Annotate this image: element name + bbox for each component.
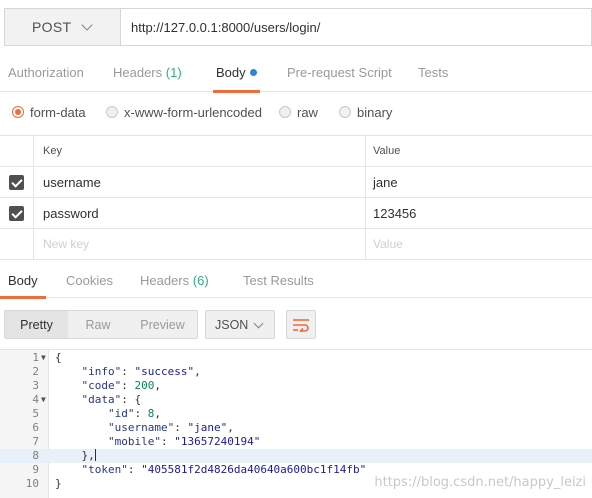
line-number: 1 — [32, 351, 39, 364]
code-text: "mobile": "13657240194" — [107, 435, 261, 448]
value-column-header: Value — [373, 145, 401, 157]
wrap-lines-button[interactable] — [286, 310, 316, 339]
checkbox-checked-icon[interactable] — [9, 205, 24, 221]
params-table: Key Value username jane password 123456 … — [0, 135, 592, 260]
method-select[interactable]: POST — [5, 9, 121, 45]
radio-urlencoded-label: x-www-form-urlencoded — [124, 104, 262, 120]
code-line: 3 "code": 200, — [0, 379, 592, 393]
tab-response-headers-count: (6) — [192, 273, 209, 288]
tab-response-headers[interactable]: Headers (6) — [140, 264, 209, 298]
code-line: 4 ▼ "data": { — [0, 393, 592, 407]
key-column-header: Key — [43, 145, 62, 157]
url-input[interactable]: http://127.0.0.1:8000/users/login/ — [121, 9, 591, 45]
line-number: 10 — [25, 477, 39, 490]
code-text: { — [55, 351, 62, 364]
line-number: 2 — [32, 365, 39, 378]
radio-binary-label: binary — [357, 104, 393, 120]
code-line: 6 "username": "jane", — [0, 421, 592, 435]
request-tabs: Authorization Headers (1) Body Pre-reque… — [0, 54, 592, 93]
tab-test-results[interactable]: Test Results — [243, 264, 314, 298]
column-divider — [365, 136, 366, 166]
radio-form-data[interactable]: form-data — [12, 96, 86, 128]
response-tabs: Body Cookies Headers (6) Test Results — [0, 264, 592, 299]
radio-raw[interactable]: raw — [279, 96, 318, 128]
request-bar: POST http://127.0.0.1:8000/users/login/ — [4, 8, 592, 46]
line-number: 5 — [32, 407, 39, 420]
chevron-down-icon — [81, 19, 93, 31]
radio-urlencoded[interactable]: x-www-form-urlencoded — [106, 96, 262, 128]
row-check-cell — [0, 198, 34, 228]
tab-headers[interactable]: Headers (1) — [113, 54, 182, 92]
header-check-cell — [0, 136, 34, 166]
chevron-down-icon — [253, 318, 264, 329]
new-param-row: New key Value — [0, 229, 592, 260]
code-text: "username": "jane", — [107, 421, 234, 434]
body-type-options: form-data x-www-form-urlencoded raw bina… — [0, 96, 592, 128]
line-number: 6 — [32, 421, 39, 434]
wrap-lines-icon — [293, 318, 309, 332]
param-value[interactable]: jane — [373, 167, 398, 197]
code-line: 7 "mobile": "13657240194" — [0, 435, 592, 449]
format-select[interactable]: JSON — [205, 310, 275, 339]
column-divider — [365, 198, 366, 228]
method-label: POST — [32, 19, 72, 35]
param-key[interactable]: password — [43, 198, 99, 228]
code-text: "id": 8, — [107, 407, 161, 420]
radio-unchecked-icon — [279, 106, 291, 118]
code-line: 8 }, — [0, 449, 592, 463]
text-cursor — [94, 449, 96, 461]
code-line: 5 "id": 8, — [0, 407, 592, 421]
watermark: https://blog.csdn.net/happy_leizi — [374, 475, 586, 490]
tab-headers-count: (1) — [165, 65, 182, 80]
tab-cookies[interactable]: Cookies — [66, 264, 113, 298]
radio-form-data-label: form-data — [30, 104, 86, 120]
radio-binary[interactable]: binary — [339, 96, 392, 128]
tab-response-body[interactable]: Body — [0, 264, 46, 299]
fold-arrow-icon[interactable]: ▼ — [41, 351, 46, 365]
new-value-input[interactable]: Value — [373, 229, 403, 259]
checkbox-checked-icon[interactable] — [9, 174, 24, 190]
line-number: 3 — [32, 379, 39, 392]
line-number: 7 — [32, 435, 39, 448]
radio-checked-icon — [12, 106, 24, 118]
tab-authorization[interactable]: Authorization — [8, 54, 84, 92]
tab-headers-label: Headers — [113, 65, 163, 80]
table-row: username jane — [0, 167, 592, 198]
radio-unchecked-icon — [339, 106, 351, 118]
new-key-input[interactable]: New key — [43, 229, 89, 259]
column-divider — [365, 167, 366, 197]
fold-arrow-icon[interactable]: ▼ — [41, 393, 46, 407]
modified-dot-icon — [249, 69, 257, 76]
tab-prerequest-script[interactable]: Pre-request Script — [287, 54, 392, 92]
column-divider — [365, 229, 366, 259]
line-number: 9 — [32, 463, 39, 476]
line-number: 8 — [32, 449, 39, 462]
format-label: JSON — [215, 317, 249, 332]
code-line: 1 ▼ { — [0, 351, 592, 365]
radio-raw-label: raw — [297, 104, 318, 120]
tab-body[interactable]: Body — [213, 54, 260, 93]
code-text: "data": { — [81, 393, 142, 406]
table-row: password 123456 — [0, 198, 592, 229]
tab-body-label: Body — [216, 65, 246, 80]
code-text: } — [55, 477, 62, 490]
code-text: "info": "success", — [81, 365, 201, 378]
preview-button[interactable]: Preview — [128, 311, 197, 338]
radio-unchecked-icon — [106, 106, 118, 118]
param-key[interactable]: username — [43, 167, 101, 197]
view-mode-group: Pretty Raw Preview — [4, 310, 198, 339]
params-header-row: Key Value — [0, 136, 592, 167]
raw-button[interactable]: Raw — [68, 311, 128, 338]
code-text: "code": 200, — [81, 379, 162, 392]
code-text: }, — [55, 449, 96, 462]
row-check-cell — [0, 167, 34, 197]
code-line: 2 "info": "success", — [0, 365, 592, 379]
row-check-cell — [0, 229, 34, 259]
tab-response-headers-label: Headers — [140, 273, 190, 288]
line-number: 4 — [32, 393, 39, 406]
pretty-button[interactable]: Pretty — [5, 311, 68, 338]
tab-tests[interactable]: Tests — [418, 54, 448, 92]
code-text: "token": "405581f2d4826da40640a600bc1f14… — [81, 463, 367, 476]
param-value[interactable]: 123456 — [373, 198, 416, 228]
